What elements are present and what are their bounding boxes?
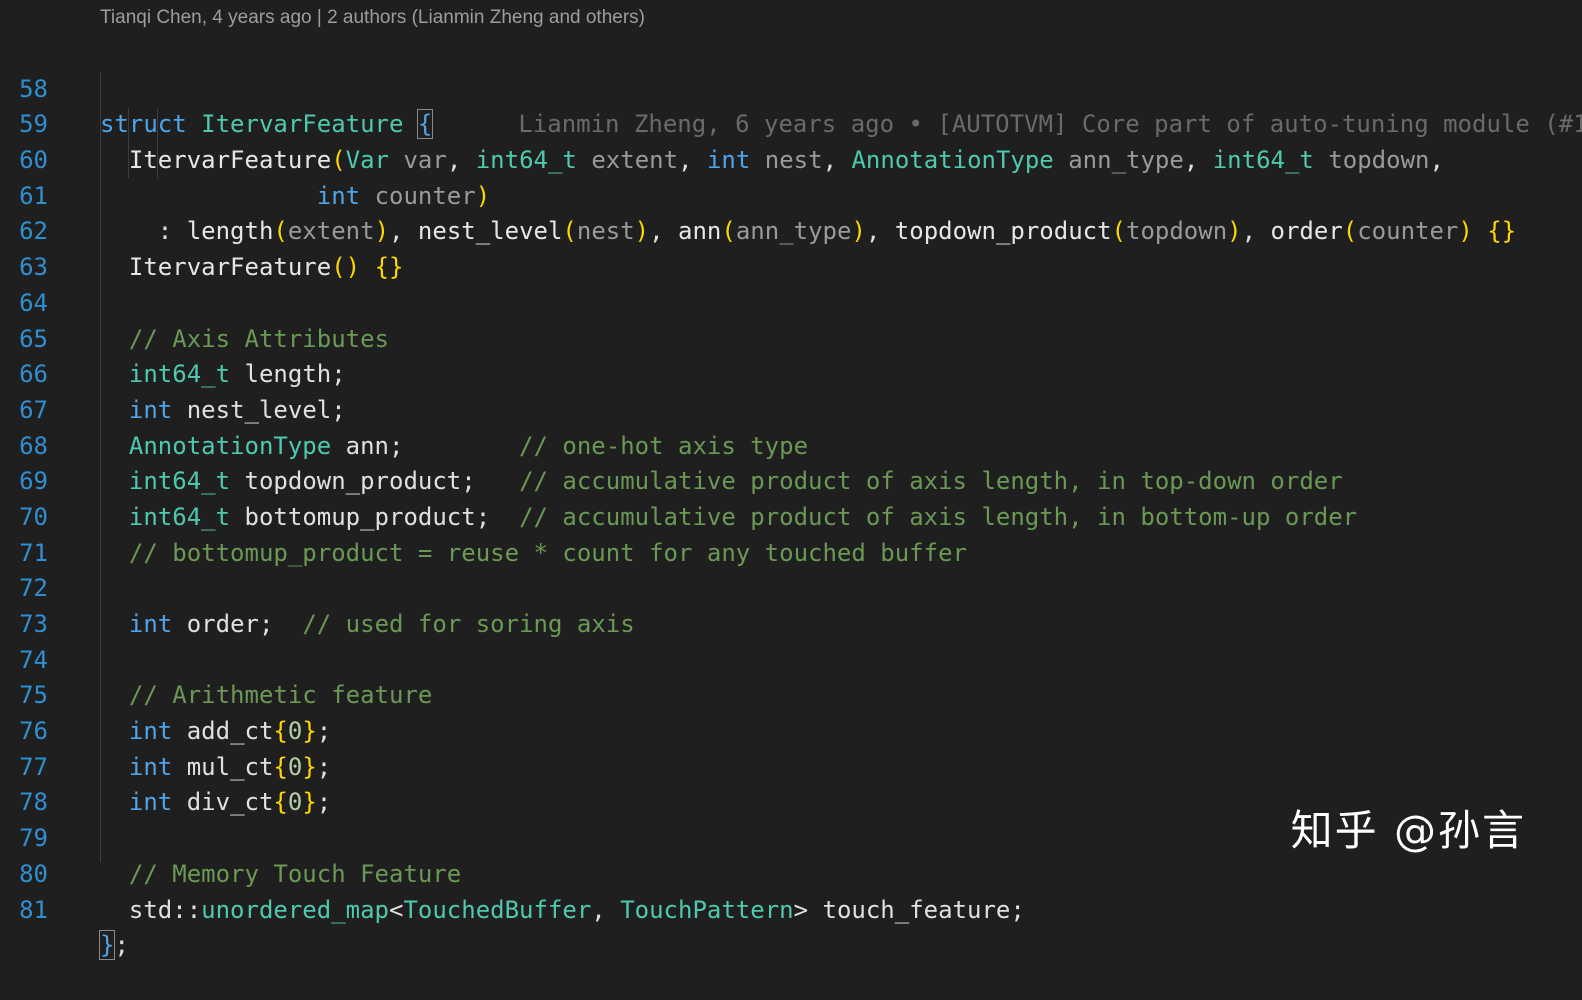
code-line: 67 AnnotationType ann; // one-hot axis t… [0, 357, 1582, 460]
code-line: 58 struct ItervarFeature {Lianmin Zheng,… [0, 36, 1582, 140]
code-line: 73 [0, 571, 1582, 638]
code-line: 69 int64_t bottomup_product; // accumula… [0, 429, 1582, 531]
code-line: 68 int64_t topdown_product; // accumulat… [0, 393, 1582, 496]
code-line: 71 [0, 500, 1582, 567]
git-codelens[interactable]: Tianqi Chen, 4 years ago | 2 authors (Li… [100, 7, 645, 29]
code-line: 74 // Arithmetic feature [0, 607, 1582, 710]
code-line: 66 int nest_level; [0, 322, 1582, 424]
code-line: 70 // bottomup_product = reuse * count f… [0, 464, 1582, 567]
code-line: 59 ItervarFeature(Var var, int64_t exten… [0, 72, 1582, 174]
code-line: 65 int64_t length; [0, 286, 1582, 389]
code-line: 78 [0, 750, 1582, 816]
code-line: 77 int div_ct{0}; [0, 714, 1582, 817]
code-line: 62 ItervarFeature() {} [0, 179, 1582, 281]
code-line: 60 int counter) [0, 107, 1582, 210]
code-line: 75 int add_ct{0}; [0, 643, 1582, 745]
code-editor[interactable]: 58 struct ItervarFeature {Lianmin Zheng,… [0, 36, 1582, 961]
code-line: 72 int order; // used for soring axis [0, 536, 1582, 638]
code-line: 64 // Axis Attributes [0, 250, 1582, 353]
code-line: 76 int mul_ct{0}; [0, 678, 1582, 781]
code-line: 61 : length(extent), nest_level(nest), a… [0, 143, 1582, 246]
code-line: 63 [0, 214, 1582, 281]
matched-bracket: } [98, 930, 116, 961]
code-line: 81 }; [0, 857, 1582, 961]
watermark: 知乎 @孙言 [1290, 806, 1526, 855]
